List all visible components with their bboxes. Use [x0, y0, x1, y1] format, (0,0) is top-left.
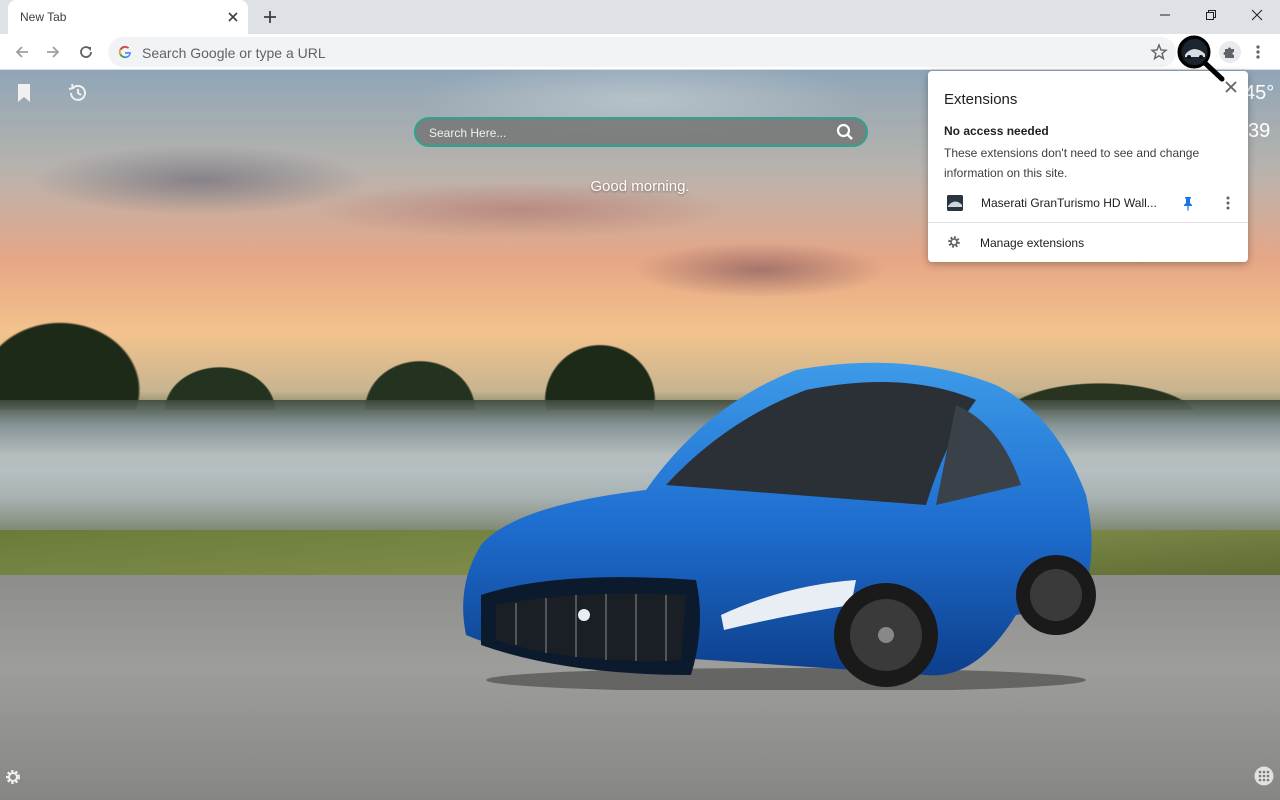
apps-grid-icon[interactable] [1254, 766, 1274, 786]
back-button[interactable] [10, 40, 34, 64]
newtab-search-bar[interactable]: Search Here... [414, 117, 868, 147]
extension-item[interactable]: Maserati GranTurismo HD Wall... [928, 189, 1248, 217]
puzzle-piece-icon [1223, 47, 1234, 58]
close-window-button[interactable] [1234, 0, 1280, 30]
newtab-search-placeholder: Search Here... [429, 126, 507, 140]
minimize-button[interactable] [1142, 0, 1188, 30]
tab-new-tab[interactable]: New Tab [8, 0, 248, 34]
tab-strip: New Tab [0, 0, 1280, 34]
address-bar[interactable]: Search Google or type a URL [108, 37, 1176, 67]
reload-icon [80, 46, 92, 58]
close-icon [1251, 9, 1263, 21]
gear-icon [948, 236, 960, 248]
back-arrow-icon [15, 46, 28, 58]
reload-button[interactable] [74, 40, 98, 64]
vertical-dots-icon [1256, 45, 1260, 59]
browser-toolbar: Search Google or type a URL [0, 34, 1280, 70]
extensions-button[interactable] [1219, 41, 1241, 63]
extensions-popup: Extensions No access needed These extens… [928, 71, 1248, 262]
weather-value: 39 [1248, 120, 1271, 142]
settings-gear-icon[interactable] [4, 768, 22, 786]
maserati-extension-icon[interactable] [1180, 37, 1210, 67]
manage-extensions-label: Manage extensions [980, 236, 1085, 250]
extension-more-icon[interactable] [1220, 195, 1236, 211]
new-tab-plus-icon[interactable] [260, 7, 280, 27]
popup-title: Extensions [944, 91, 1018, 108]
bookmark-star-icon[interactable] [1150, 43, 1168, 61]
manage-extensions-button[interactable]: Manage extensions [928, 229, 1248, 257]
blue-sports-car-image [463, 362, 1096, 690]
extension-name: Maserati GranTurismo HD Wall... [981, 196, 1157, 210]
minimize-icon [1160, 14, 1170, 16]
google-g-icon [118, 45, 131, 59]
weather-temperature: 45° [1244, 82, 1275, 104]
restore-button[interactable] [1188, 0, 1234, 30]
forward-arrow-icon [47, 46, 60, 58]
car-thumbnail-icon [1182, 39, 1208, 65]
popup-divider [928, 222, 1248, 223]
extension-thumbnail-icon [947, 195, 963, 211]
popup-section-heading: No access needed [944, 124, 1049, 138]
pin-icon[interactable] [1180, 195, 1196, 211]
forward-button[interactable] [41, 40, 65, 64]
bookmark-icon[interactable] [13, 82, 35, 104]
close-icon[interactable] [1223, 79, 1239, 95]
restore-icon [1206, 10, 1216, 20]
history-icon[interactable] [66, 82, 88, 104]
search-icon[interactable] [836, 123, 854, 141]
close-tab-icon[interactable] [224, 8, 242, 26]
tab-title: New Tab [20, 10, 67, 24]
browser-menu-button[interactable] [1250, 42, 1266, 62]
popup-section-description: These extensions don't need to see and c… [944, 146, 1200, 180]
address-bar-placeholder: Search Google or type a URL [142, 45, 326, 61]
